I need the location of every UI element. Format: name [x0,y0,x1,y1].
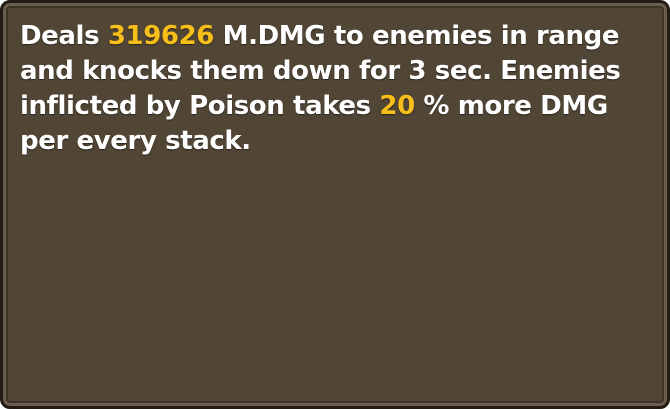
skill-description: Deals 319626 M.DMG to enemies in range a… [20,19,660,159]
damage-value: 319626 [107,21,215,51]
poison-bonus-value: 20 [379,91,415,121]
desc-text-1: Deals [20,21,108,51]
skill-tooltip-panel: Deals 319626 M.DMG to enemies in range a… [0,0,670,409]
